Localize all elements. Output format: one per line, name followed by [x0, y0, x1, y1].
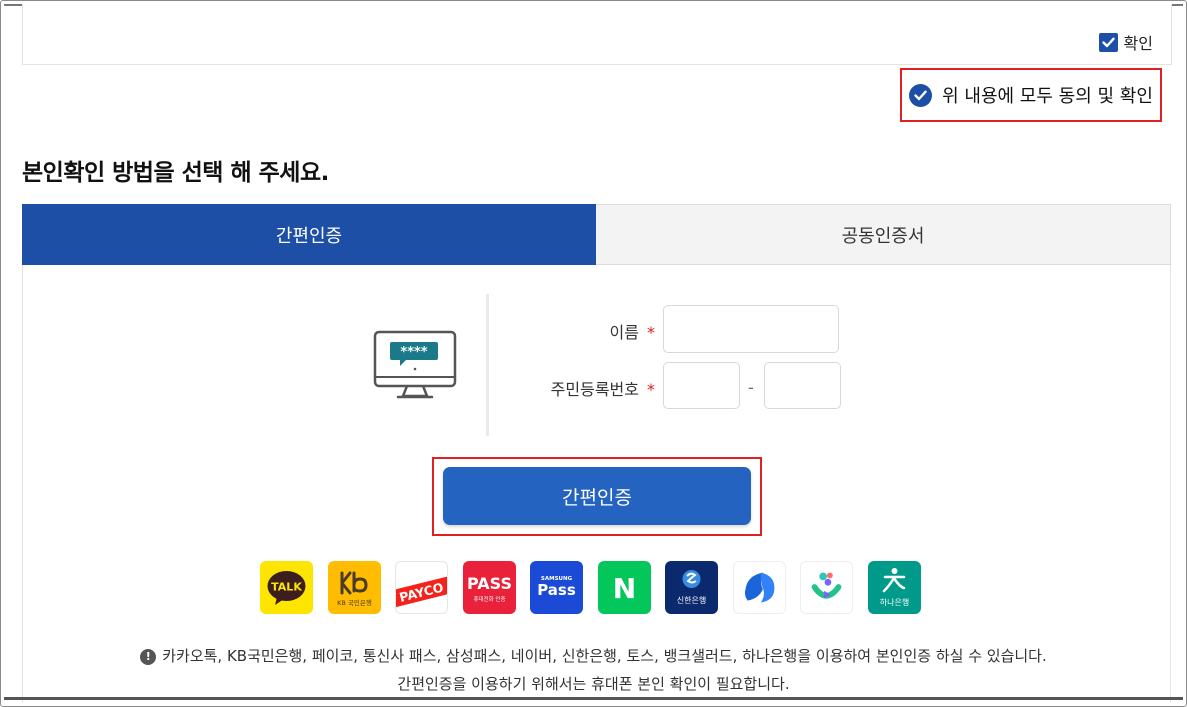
section-title: 본인확인 방법을 선택 해 주세요.: [22, 160, 329, 186]
kb-logo[interactable]: KB 국민은행: [327, 561, 381, 614]
pass-logo[interactable]: PASS 휴대전화 인증: [462, 561, 516, 614]
tab-certificate[interactable]: 공동인증서: [596, 204, 1171, 265]
monitor-password-icon: ****: [372, 330, 458, 400]
toss-logo[interactable]: [732, 561, 786, 614]
confirm-label: 확인: [1123, 34, 1153, 53]
confirm-checkbox[interactable]: 확인: [1098, 30, 1153, 54]
hana-logo[interactable]: 하나은행: [867, 561, 921, 614]
rrn-label: 주민등록번호 *: [550, 380, 655, 399]
terms-box: 확인: [22, 4, 1172, 65]
tab-simple-auth[interactable]: 간편인증: [22, 204, 596, 265]
agree-all-label: 위 내용에 모두 동의 및 확인: [942, 86, 1153, 107]
name-label: 이름 *: [609, 323, 655, 342]
rrn-separator: -: [748, 378, 754, 397]
checkbox-checked-icon: [1098, 32, 1118, 52]
shinhan-text: 신한은행: [677, 595, 706, 605]
naver-text: N: [612, 572, 635, 605]
window-bottom-border: [4, 697, 1183, 700]
naver-logo[interactable]: N: [597, 561, 651, 614]
pass-subtext: 휴대전화 인증: [473, 595, 505, 603]
hana-text: 하나은행: [879, 597, 908, 607]
notice-line-1: ! 카카오톡, KB국민은행, 페이코, 통신사 패스, 삼성패스, 네이버, 신…: [0, 645, 1187, 666]
required-mark: *: [647, 323, 655, 342]
samsung-pass-text: Pass: [537, 581, 576, 599]
required-mark: *: [647, 380, 655, 399]
form-divider: [486, 294, 489, 436]
provider-logos: TALK KB 국민은행 PAYCO PASS 휴대전화 인증 SAMSUNG …: [260, 561, 921, 614]
name-input[interactable]: [663, 305, 839, 353]
rrn-front-input[interactable]: [663, 362, 740, 409]
notice-line-2: 간편인증을 이용하기 위해서는 휴대폰 본인 확인이 필요합니다.: [397, 675, 790, 693]
circle-check-icon: [909, 83, 933, 107]
kakaotalk-text: TALK: [271, 581, 302, 594]
auth-method-tabs: 간편인증 공동인증서: [22, 204, 1171, 265]
pass-text: PASS: [467, 574, 512, 593]
shinhan-logo[interactable]: 신한은행: [665, 561, 718, 614]
kakaotalk-logo[interactable]: TALK: [260, 561, 313, 614]
simple-auth-button[interactable]: 간편인증: [443, 467, 751, 525]
payco-logo[interactable]: PAYCO: [395, 561, 448, 614]
kb-text: KB 국민은행: [337, 598, 372, 607]
rrn-back-input[interactable]: [764, 362, 841, 409]
password-mask-text: ****: [400, 345, 427, 360]
exclamation-icon: !: [140, 649, 157, 665]
agree-all-checkbox[interactable]: 위 내용에 모두 동의 및 확인: [900, 68, 1162, 122]
samsung-pass-logo[interactable]: SAMSUNG Pass: [530, 561, 583, 614]
banksalad-logo[interactable]: [800, 561, 853, 614]
